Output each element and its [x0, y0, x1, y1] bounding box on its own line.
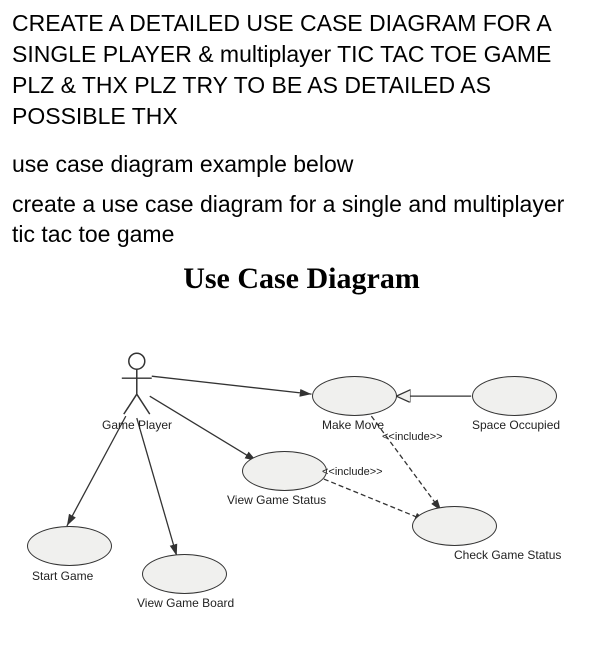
- usecase-check-status: [412, 506, 497, 546]
- instruction-sub-text-1: use case diagram example below: [12, 150, 591, 180]
- actor-icon: [122, 353, 152, 414]
- use-case-diagram: Game Player Make Move Space Occupied Vie…: [12, 336, 591, 636]
- usecase-space-occupied-label: Space Occupied: [472, 418, 560, 432]
- actor-label: Game Player: [102, 418, 172, 432]
- instruction-sub-text-2: create a use case diagram for a single a…: [12, 190, 591, 250]
- usecase-view-status-label: View Game Status: [227, 493, 326, 507]
- usecase-start-game: [27, 526, 112, 566]
- usecase-view-board: [142, 554, 227, 594]
- usecase-view-status: [242, 451, 327, 491]
- usecase-view-board-label: View Game Board: [137, 596, 234, 610]
- usecase-make-move-label: Make Move: [322, 418, 384, 432]
- usecase-space-occupied: [472, 376, 557, 416]
- diagram-title: Use Case Diagram: [12, 262, 591, 296]
- include-label-1: <<include>>: [382, 431, 443, 443]
- usecase-start-game-label: Start Game: [32, 569, 93, 583]
- usecase-check-status-label: Check Game Status: [454, 548, 561, 562]
- usecase-make-move: [312, 376, 397, 416]
- instruction-main-text: CREATE A DETAILED USE CASE DIAGRAM FOR A…: [12, 8, 591, 132]
- include-label-2: <<include>>: [322, 466, 383, 478]
